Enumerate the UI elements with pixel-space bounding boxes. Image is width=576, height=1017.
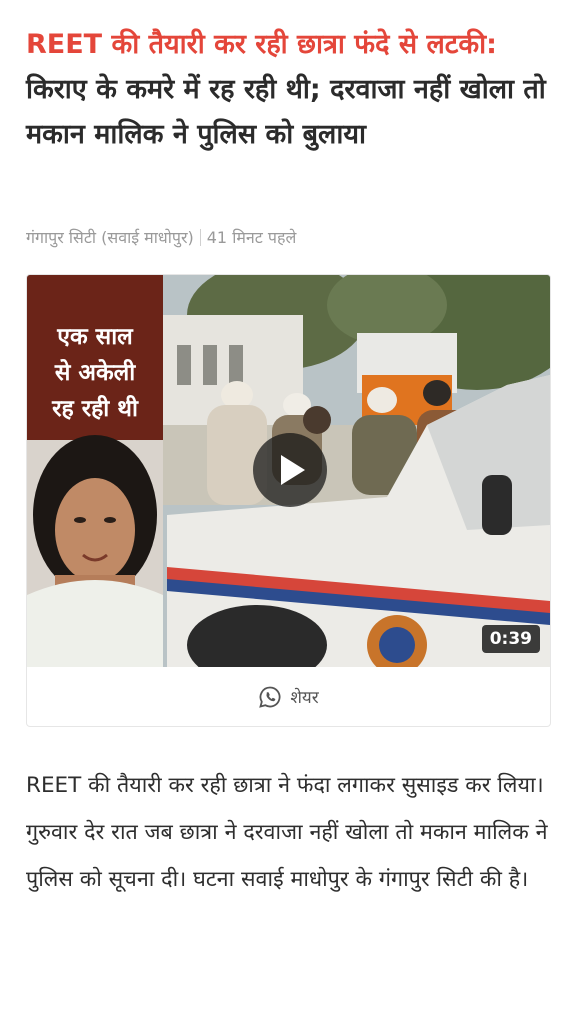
article-body: REET की तैयारी कर रही छात्रा ने फंदा लगा… (26, 773, 548, 892)
article-location: गंगापुर सिटी (सवाई माधोपुर) (26, 228, 194, 247)
whatsapp-icon (259, 686, 281, 708)
video-card: एक साल से अकेली रह रही थी 0:39 शेयर (26, 274, 551, 727)
article-meta: गंगापुर सिटी (सवाई माधोपुर) 41 मिनट पहले (26, 226, 296, 248)
play-icon (281, 455, 305, 485)
article-page: REET की तैयारी कर रही छात्रा फंदे से लटक… (0, 0, 576, 1017)
article-headline[interactable]: REET की तैयारी कर रही छात्रा फंदे से लटक… (26, 22, 556, 157)
meta-divider (199, 229, 201, 246)
promo-line: से अकेली (54, 360, 136, 386)
promo-line: रह रही थी (52, 396, 138, 422)
promo-line: एक साल (57, 324, 133, 350)
play-button[interactable] (253, 433, 327, 507)
share-label: शेयर (290, 688, 319, 708)
video-thumbnail[interactable]: एक साल से अकेली रह रही थी 0:39 (27, 275, 550, 667)
headline-text: किराए के कमरे में रह रही थी; दरवाजा नहीं… (26, 74, 546, 150)
share-button[interactable]: शेयर (27, 667, 550, 726)
video-duration: 0:39 (481, 625, 540, 653)
headline-highlight: REET की तैयारी कर रही छात्रा फंदे से लटक… (26, 29, 497, 60)
article-time: 41 मिनट पहले (206, 228, 297, 247)
video-promo-caption: एक साल से अकेली रह रही थी (27, 319, 163, 427)
